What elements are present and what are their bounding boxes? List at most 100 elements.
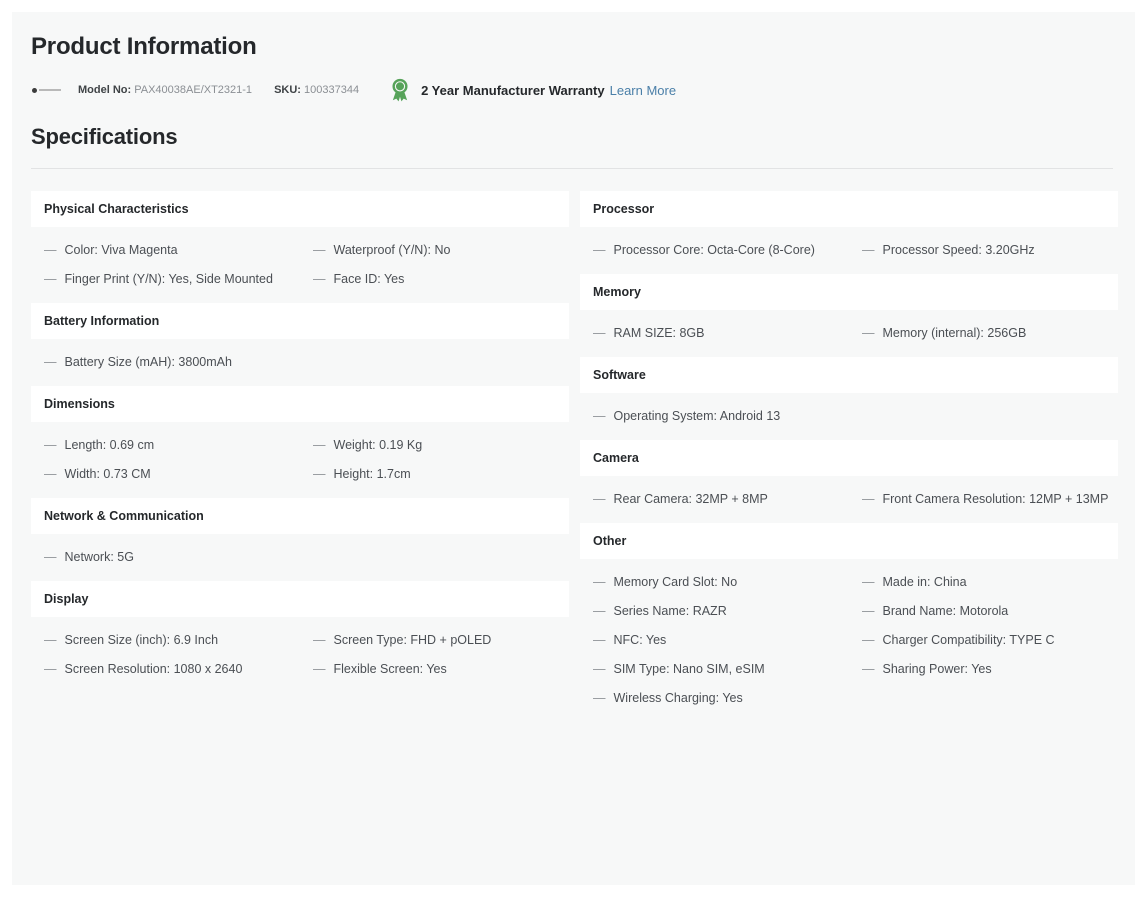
spec-section-heading: Battery Information [31, 303, 569, 339]
spec-section-body: — Processor Core: Octa-Core (8-Core) — Proc… [580, 227, 1118, 274]
dash-bullet-icon: — [593, 662, 606, 676]
spec-item-text: Memory (internal): 256GB [882, 326, 1027, 340]
dash-bullet-icon: — [44, 633, 57, 647]
spec-row-grid: — Color: Viva Magenta — Waterproof (Y/N): N… [31, 236, 569, 294]
dash-bullet-icon: — [313, 467, 326, 481]
spec-item-text: Network: 5G [64, 550, 134, 564]
dash-bullet-icon: — [862, 326, 875, 340]
dash-bullet-icon: — [593, 243, 606, 257]
sku-value: 100337344 [304, 84, 360, 96]
spec-row-grid: — Rear Camera: 32MP + 8MP — Front Camera Re… [580, 485, 1118, 514]
spec-item-text: Memory Card Slot: No [613, 575, 738, 589]
dash-bullet-icon: — [593, 492, 606, 506]
product-meta-row: Model No: PAX40038AE/XT2321-1 SKU: 10033… [32, 78, 1135, 102]
specifications-title: Specifications [31, 124, 178, 149]
dash-bullet-icon: — [862, 662, 875, 676]
spec-item: — Memory (internal): 256GB [849, 319, 1118, 348]
spec-item: — Screen Resolution: 1080 x 2640 [31, 655, 300, 684]
spec-item-text: Screen Size (inch): 6.9 Inch [64, 633, 219, 647]
spec-item: — Series Name: RAZR [580, 597, 849, 626]
dash-bullet-icon: — [862, 492, 875, 506]
spec-section-body: — Battery Size (mAH): 3800mAh [31, 339, 569, 386]
spec-item: — Finger Print (Y/N): Yes, Side Mounted [31, 265, 300, 294]
spec-item: — Length: 0.69 cm [31, 431, 300, 460]
spec-item: — Color: Viva Magenta [31, 236, 300, 265]
spec-item: — Operating System: Android 13 [580, 402, 849, 431]
spec-item: — Face ID: Yes [300, 265, 569, 294]
spec-item: — SIM Type: Nano SIM, eSIM [580, 655, 849, 684]
spec-section-heading: Memory [580, 274, 1118, 310]
dash-bullet-icon: — [593, 575, 606, 589]
dash-bullet-icon: — [593, 604, 606, 618]
spec-row-grid: — Length: 0.69 cm — Weight: 0.19 Kg — Width: … [31, 431, 569, 489]
spec-section-body: — Operating System: Android 13 [580, 393, 1118, 440]
spec-row-grid: — RAM SIZE: 8GB — Memory (internal): 256GB [580, 319, 1118, 348]
dash-bullet-icon: — [313, 272, 326, 286]
spec-row-grid: — Operating System: Android 13 [580, 402, 1118, 431]
sku-label: SKU: [274, 84, 301, 96]
model-number-value: PAX40038AE/XT2321-1 [134, 84, 253, 96]
spec-item-text: Color: Viva Magenta [64, 243, 178, 257]
spec-item: — Wireless Charging: Yes [580, 684, 849, 713]
spec-section-body: — Screen Size (inch): 6.9 Inch — Screen Typ… [31, 617, 569, 693]
spec-item-text: Wireless Charging: Yes [613, 691, 743, 705]
spec-row-grid: — Memory Card Slot: No — Made in: China — Ser… [580, 568, 1118, 713]
dash-bullet-icon: — [44, 243, 57, 257]
spec-section-heading: Software [580, 357, 1118, 393]
spec-item-text: Processor Core: Octa-Core (8-Core) [613, 243, 815, 257]
dash-bullet-icon: — [862, 575, 875, 589]
spec-item-text: Finger Print (Y/N): Yes, Side Mounted [64, 272, 273, 286]
spec-row-grid: — Screen Size (inch): 6.9 Inch — Screen Typ… [31, 626, 569, 684]
dash-bullet-icon: — [593, 691, 606, 705]
spec-item-text: Screen Type: FHD + pOLED [333, 633, 492, 647]
specifications-left-column: Physical Characteristics — Color: Viva Mag… [31, 191, 569, 693]
dash-bullet-icon: — [313, 633, 326, 647]
spec-row-grid: — Processor Core: Octa-Core (8-Core) — Proc… [580, 236, 1118, 265]
spec-item-text: NFC: Yes [613, 633, 667, 647]
warranty-label: 2 Year Manufacturer Warranty [421, 82, 605, 98]
spec-section-heading: Other [580, 523, 1118, 559]
spec-item-text: SIM Type: Nano SIM, eSIM [613, 662, 765, 676]
spec-row-grid: — Network: 5G [31, 543, 569, 572]
dash-bullet-icon: — [862, 604, 875, 618]
spec-item: — Network: 5G [31, 543, 300, 572]
warranty-learn-more-link[interactable]: Learn More [610, 83, 676, 98]
spec-item-text: Front Camera Resolution: 12MP + 13MP [882, 492, 1109, 506]
spec-item: — Screen Type: FHD + pOLED [300, 626, 569, 655]
spec-item: — Charger Compatibility: TYPE C [849, 626, 1118, 655]
spec-section-heading: Physical Characteristics [31, 191, 569, 227]
spec-item-text: Series Name: RAZR [613, 604, 727, 618]
dash-bullet-icon: — [44, 438, 57, 452]
spec-section-heading: Processor [580, 191, 1118, 227]
spec-section-body: — Network: 5G [31, 534, 569, 581]
spec-section-heading: Display [31, 581, 569, 617]
spec-item-text: Made in: China [882, 575, 967, 589]
page-title: Product Information [31, 33, 257, 60]
product-information-page: Product Information Model No: PAX40038AE… [12, 12, 1135, 885]
spec-item-text: Battery Size (mAH): 3800mAh [64, 355, 232, 369]
dash-bullet-icon: — [44, 467, 57, 481]
dash-bullet-icon: — [44, 662, 57, 676]
spec-item-text: RAM SIZE: 8GB [613, 326, 705, 340]
model-number-label: Model No: [78, 84, 132, 96]
spec-item-text: Rear Camera: 32MP + 8MP [613, 492, 768, 506]
spec-item: — Height: 1.7cm [300, 460, 569, 489]
award-medal-icon [392, 78, 408, 102]
spec-section-heading: Network & Communication [31, 498, 569, 534]
spec-item-text: Brand Name: Motorola [882, 604, 1009, 618]
dash-bullet-icon: — [313, 243, 326, 257]
spec-item: — Memory Card Slot: No [580, 568, 849, 597]
specifications-right-column: Processor — Processor Core: Octa-Core (8-C… [580, 191, 1118, 722]
spec-section-body: — Memory Card Slot: No — Made in: China — Ser… [580, 559, 1118, 722]
dash-bullet-icon: — [593, 409, 606, 423]
spec-item-text: Face ID: Yes [333, 272, 405, 286]
spec-item: — Made in: China [849, 568, 1118, 597]
spec-item: — Battery Size (mAH): 3800mAh [31, 348, 300, 377]
spec-item-text: Charger Compatibility: TYPE C [882, 633, 1055, 647]
spec-item: — Front Camera Resolution: 12MP + 13MP [849, 485, 1118, 514]
spec-item: — RAM SIZE: 8GB [580, 319, 849, 348]
spec-item: — Weight: 0.19 Kg [300, 431, 569, 460]
dash-bullet-icon: — [44, 550, 57, 564]
dash-bullet-icon: — [313, 438, 326, 452]
spec-item: — Brand Name: Motorola [849, 597, 1118, 626]
